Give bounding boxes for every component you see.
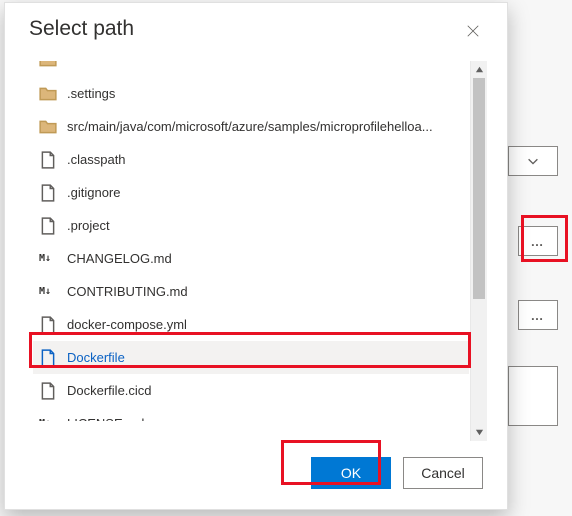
bg-more-button-1[interactable]: … — [518, 226, 558, 256]
close-icon — [466, 24, 480, 38]
list-item-label: .settings — [67, 86, 115, 101]
file-icon — [39, 316, 57, 334]
cancel-button[interactable]: Cancel — [403, 457, 483, 489]
scrollbar[interactable] — [470, 61, 487, 441]
list-item[interactable] — [33, 61, 469, 76]
bg-dropdown[interactable] — [508, 146, 558, 176]
list-item[interactable]: .settings — [33, 77, 469, 110]
folder-icon — [39, 118, 57, 136]
chevron-down-icon — [475, 428, 484, 437]
bg-more-button-2[interactable]: … — [518, 300, 558, 330]
list-item-label: .project — [67, 218, 110, 233]
list-item-label: LICENSE.md — [67, 416, 144, 421]
list-item[interactable]: .classpath — [33, 143, 469, 176]
dialog-header: Select path — [5, 3, 507, 51]
file-icon — [39, 217, 57, 235]
file-icon — [39, 151, 57, 169]
list-item-label: .gitignore — [67, 185, 120, 200]
file-icon — [39, 382, 57, 400]
list-item[interactable]: M↓ CONTRIBUTING.md — [33, 275, 469, 308]
list-item[interactable]: .gitignore — [33, 176, 469, 209]
list-item-label: Dockerfile — [67, 350, 125, 365]
list-item-label: CONTRIBUTING.md — [67, 284, 188, 299]
list-item-selected[interactable]: Dockerfile — [33, 341, 469, 374]
list-item-label: docker-compose.yml — [67, 317, 187, 332]
list-item-label: .classpath — [67, 152, 126, 167]
chevron-up-icon — [475, 65, 484, 74]
file-icon — [39, 184, 57, 202]
markdown-icon: M↓ — [39, 253, 57, 264]
markdown-icon: M↓ — [39, 418, 57, 421]
file-icon — [39, 349, 57, 367]
scrollbar-track[interactable] — [471, 78, 487, 424]
folder-icon — [39, 61, 57, 69]
list-item[interactable]: M↓ LICENSE.md — [33, 407, 469, 421]
list-item-label: CHANGELOG.md — [67, 251, 172, 266]
folder-icon — [39, 85, 57, 103]
list-item[interactable]: M↓ CHANGELOG.md — [33, 242, 469, 275]
ok-button[interactable]: OK — [311, 457, 391, 489]
close-button[interactable] — [459, 17, 487, 45]
bg-textarea[interactable] — [508, 366, 558, 426]
file-list[interactable]: .settings src/main/java/com/microsoft/az… — [33, 61, 469, 441]
select-path-dialog: Select path .settings src/main/java/com/… — [4, 2, 508, 510]
list-item[interactable]: docker-compose.yml — [33, 308, 469, 341]
file-tree: .settings src/main/java/com/microsoft/az… — [33, 61, 487, 441]
dialog-title: Select path — [29, 17, 459, 41]
list-item[interactable]: .project — [33, 209, 469, 242]
scroll-down-button[interactable] — [471, 424, 487, 441]
chevron-down-icon — [526, 154, 540, 168]
scrollbar-thumb[interactable] — [473, 78, 485, 299]
markdown-icon: M↓ — [39, 286, 57, 297]
list-item[interactable]: Dockerfile.cicd — [33, 374, 469, 407]
list-item-label: Dockerfile.cicd — [67, 383, 152, 398]
scroll-up-button[interactable] — [471, 61, 487, 78]
list-item-label: src/main/java/com/microsoft/azure/sample… — [67, 119, 433, 134]
ellipsis-icon: … — [531, 308, 546, 323]
ellipsis-icon: … — [531, 234, 546, 249]
list-item[interactable]: src/main/java/com/microsoft/azure/sample… — [33, 110, 469, 143]
dialog-footer: OK Cancel — [5, 441, 507, 509]
